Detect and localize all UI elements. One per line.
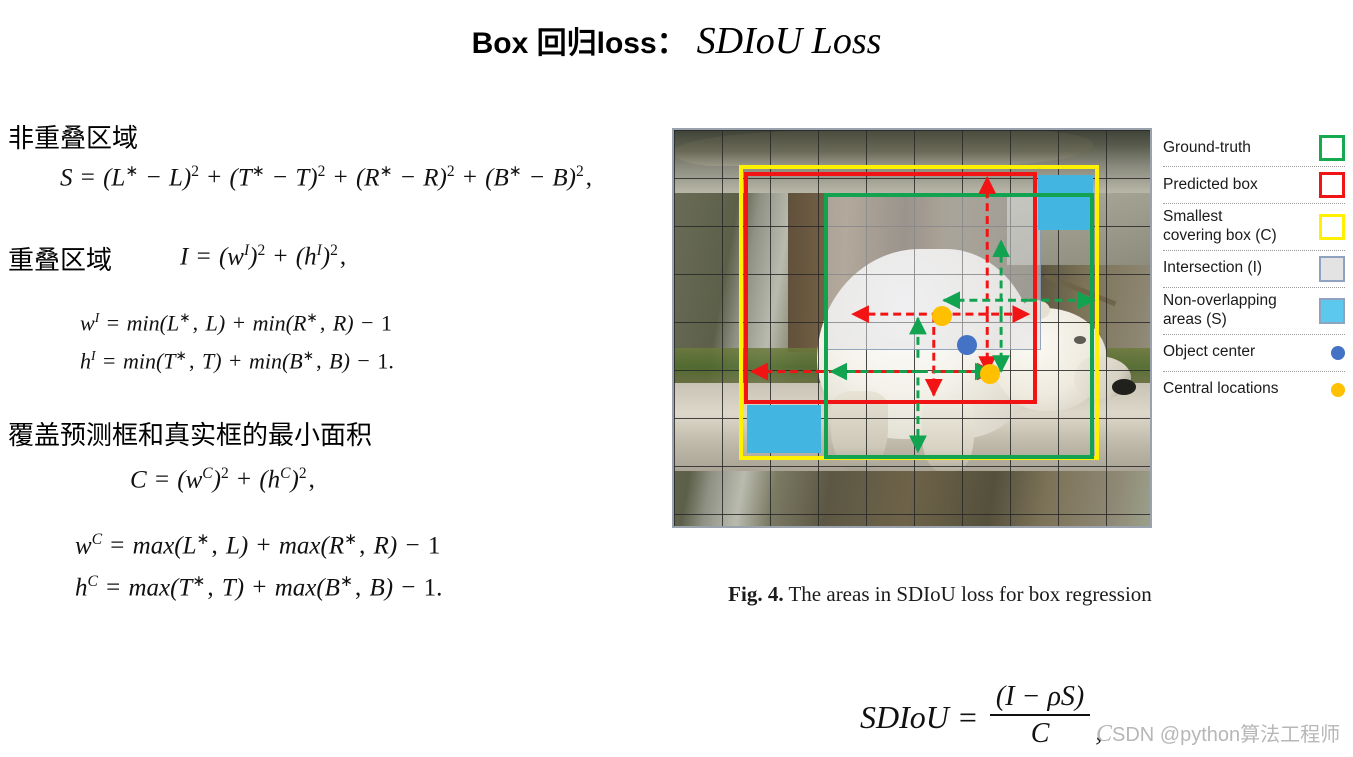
formula-sdiou-equals: = [958, 699, 977, 735]
central-location-dot-bottom [980, 364, 1000, 384]
heading-smallest-covering-area: 覆盖预测框和真实框的最小面积 [8, 420, 373, 450]
blue-dot-icon [1331, 345, 1345, 360]
legend: Ground-truth Predicted box Smallest cove… [1163, 130, 1345, 408]
legend-label-smallest-covering-box: Smallest covering box (C) [1163, 208, 1277, 244]
legend-label-object-center: Object center [1163, 343, 1256, 361]
formula-sdiou: SDIoU = (I − ρS) C , [860, 681, 1103, 752]
formula-hC: hC = max(T∗, T) + max(B∗, B) − 1. [75, 573, 443, 602]
legend-item-smallest-covering-box: Smallest covering box (C) [1163, 204, 1345, 251]
formula-sdiou-denominator: C [1030, 718, 1050, 749]
formula-C: C = (wC)2 + (hC)2, [130, 465, 315, 494]
formula-I: I = (wI)2 + (hI)2, [180, 242, 347, 271]
ground-truth-box [824, 193, 1094, 459]
legend-label-central-locations: Central locations [1163, 380, 1279, 398]
watermark-brand-initial: C [1096, 721, 1113, 747]
legend-item-object-center: Object center [1163, 335, 1345, 372]
formula-column: 非重叠区域 S = (L∗ − L)2 + (T∗ − T)2 + (R∗ − … [0, 110, 665, 630]
green-outline-box-icon [1319, 135, 1345, 161]
heading-non-overlapping-area: 非重叠区域 [8, 123, 139, 153]
legend-item-intersection: Intersection (I) [1163, 251, 1345, 288]
formula-wI: wI = min(L∗, L) + min(R∗, R) − 1 [80, 310, 392, 336]
figure-caption: Fig. 4. The areas in SDIoU loss for box … [560, 582, 1320, 607]
formula-wC: wC = max(L∗, L) + max(R∗, R) − 1 [75, 531, 441, 560]
legend-label-predicted-box: Predicted box [1163, 175, 1258, 193]
cyan-filled-box-icon [1319, 297, 1345, 324]
formula-sdiou-numerator: (I − ρS) [989, 681, 1091, 716]
legend-item-predicted-box: Predicted box [1163, 167, 1345, 204]
legend-label-non-overlapping-areas: Non-overlapping areas (S) [1163, 291, 1277, 328]
formula-hI: hI = min(T∗, T) + min(B∗, B) − 1. [80, 348, 394, 374]
legend-item-non-overlapping-areas: Non-overlapping areas (S) [1163, 288, 1345, 335]
formula-sdiou-fraction: (I − ρS) C [989, 681, 1091, 750]
photo-frame [672, 128, 1152, 528]
heading-overlapping-area: 重叠区域 [8, 245, 113, 275]
orange-dot-icon [1331, 382, 1345, 397]
watermark: CSDN @python算法工程师 [1096, 718, 1340, 748]
yellow-outline-box-icon [1319, 213, 1345, 240]
legend-item-ground-truth: Ground-truth [1163, 130, 1345, 167]
central-location-dot-top [932, 306, 952, 326]
legend-item-central-locations: Central locations [1163, 372, 1345, 408]
watermark-text: SDN @python算法工程师 [1112, 724, 1341, 746]
legend-label-ground-truth: Ground-truth [1163, 138, 1251, 156]
formula-S: S = (L∗ − L)2 + (T∗ − T)2 + (R∗ − R)2 + … [60, 163, 592, 192]
figure-sdiou-areas [672, 128, 1152, 528]
page-title-math: SDIoU Loss [696, 20, 882, 62]
legend-label-intersection: Intersection (I) [1163, 259, 1263, 277]
gray-filled-box-icon [1319, 255, 1345, 282]
figure-number: Fig. 4. [728, 582, 784, 606]
object-center-dot [957, 335, 977, 355]
formula-sdiou-lhs: SDIoU [860, 699, 949, 735]
page-title: Box 回归loss： SDIoU Loss [0, 18, 1353, 63]
figure-caption-text: The areas in SDIoU loss for box regressi… [788, 582, 1152, 606]
page-title-cn: Box 回归loss： [471, 27, 687, 60]
red-outline-box-icon [1319, 172, 1345, 198]
